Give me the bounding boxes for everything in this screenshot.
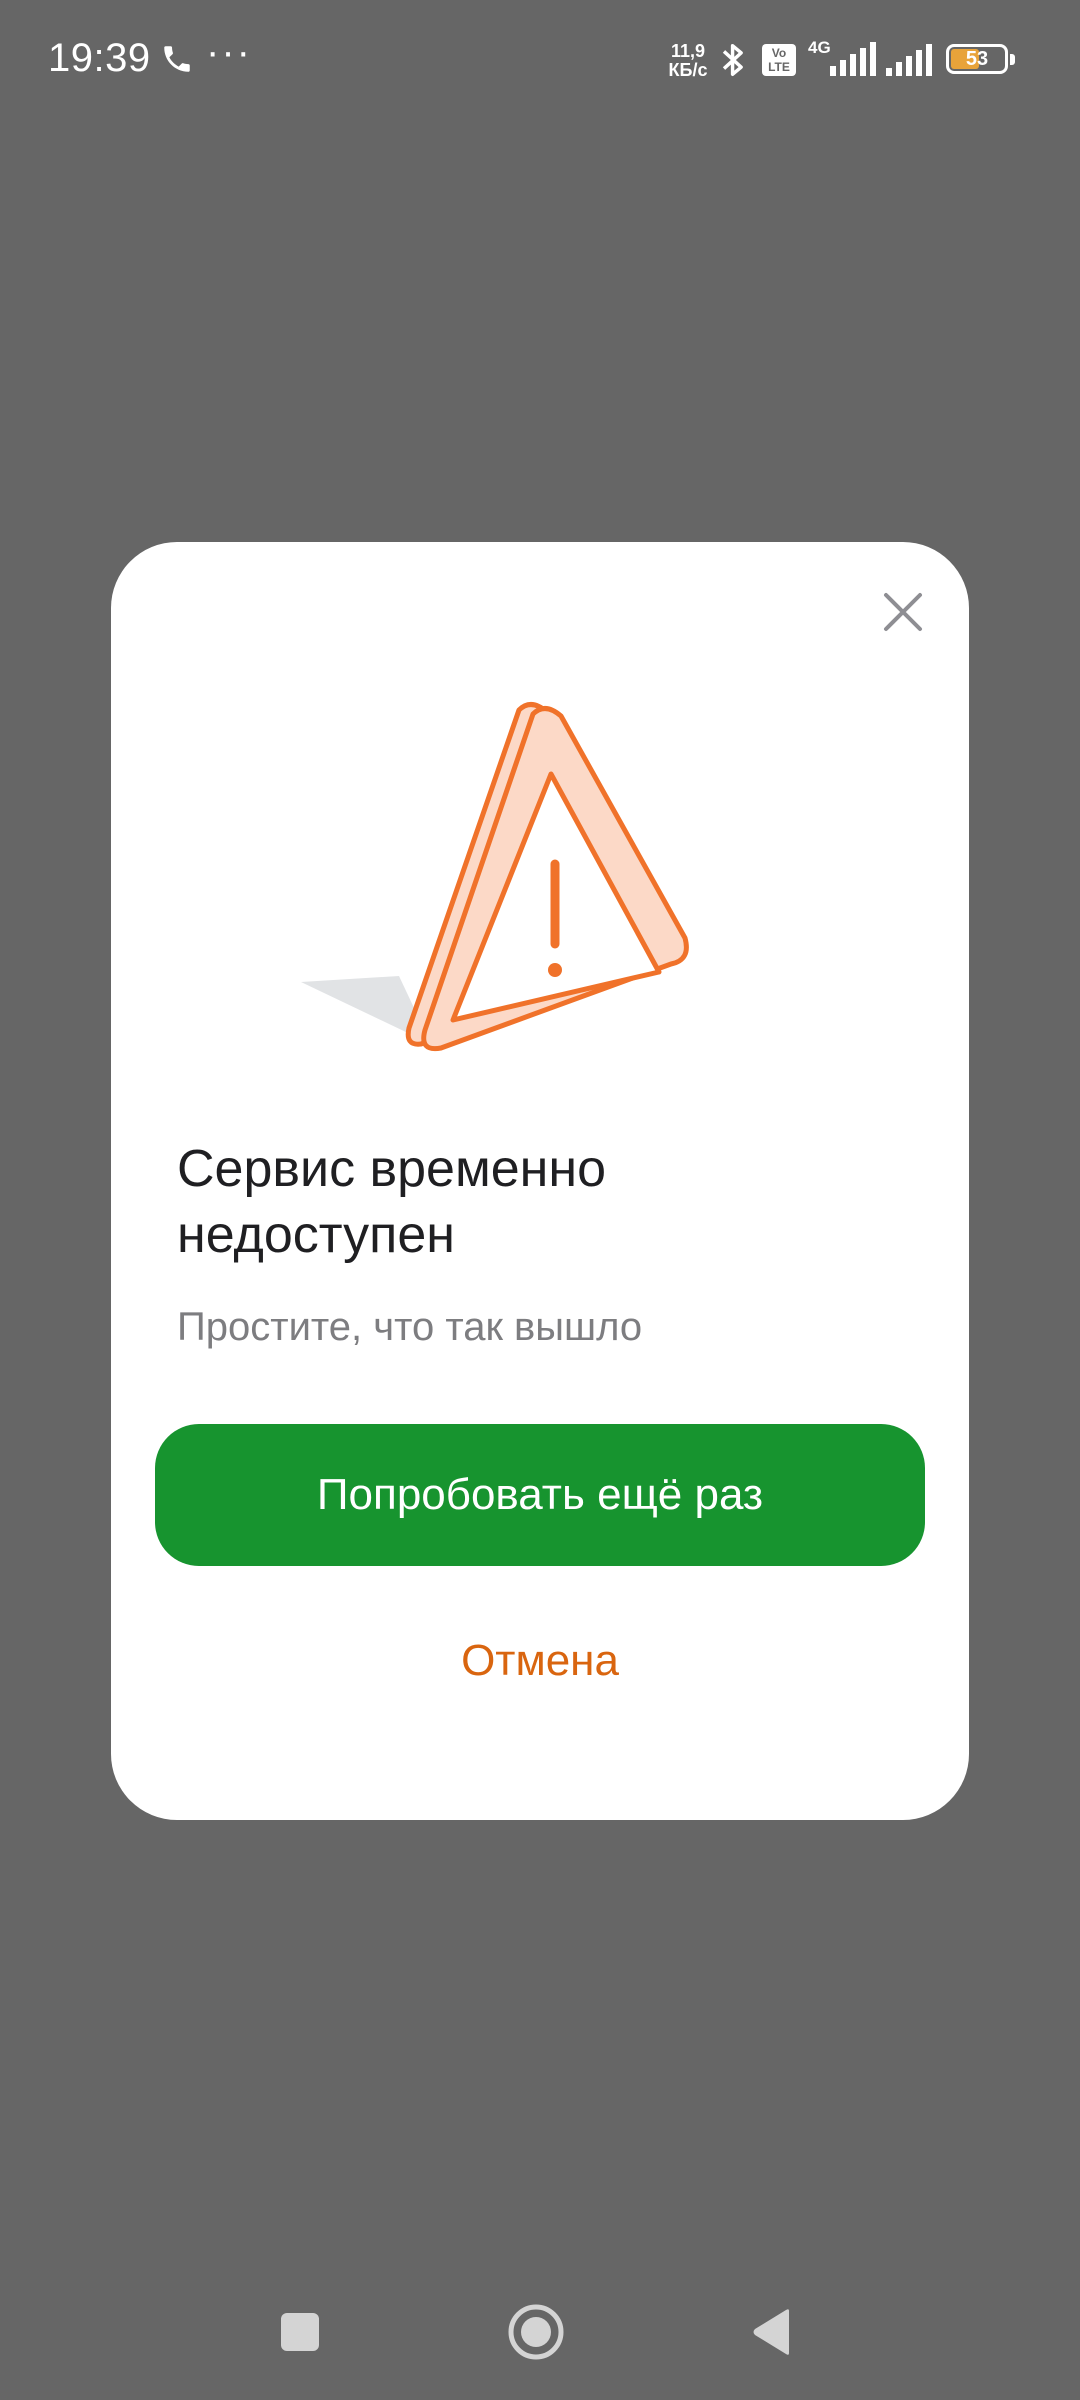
bluetooth-icon bbox=[716, 40, 752, 85]
dialog-title: Сервис временно недоступен bbox=[177, 1140, 606, 1264]
screen: 19:39 ··· 11,9 КБ/с Vo LTE 4G 53 Сервис … bbox=[0, 0, 1080, 2400]
square-icon bbox=[281, 2313, 319, 2351]
triangle-back-icon bbox=[753, 2309, 789, 2355]
network-speed: 11,9 КБ/с bbox=[664, 42, 712, 80]
volte-badge: Vo LTE bbox=[762, 44, 796, 76]
dialog-subtitle: Простите, что так вышло bbox=[177, 1305, 643, 1349]
retry-button[interactable]: Попробовать ещё раз bbox=[155, 1424, 925, 1566]
signal-strength-icon bbox=[826, 42, 876, 81]
home-button[interactable] bbox=[500, 2296, 572, 2368]
navigation-bar bbox=[0, 2260, 1080, 2400]
signal-strength-icon bbox=[882, 42, 932, 81]
warning-triangle-icon bbox=[301, 702, 689, 1052]
speed-unit: КБ/с bbox=[668, 60, 708, 80]
status-bar: 19:39 ··· 11,9 КБ/с Vo LTE 4G 53 bbox=[0, 0, 1080, 120]
status-time: 19:39 bbox=[48, 36, 151, 80]
speed-value: 11,9 bbox=[670, 41, 706, 61]
phone-call-icon bbox=[160, 42, 194, 81]
circle-home-icon bbox=[508, 2304, 564, 2360]
close-icon bbox=[884, 593, 922, 631]
error-dialog: Сервис временно недоступен Простите, что… bbox=[111, 542, 969, 1820]
more-notifications-icon: ··· bbox=[206, 30, 252, 74]
close-button[interactable] bbox=[873, 582, 933, 642]
cancel-button[interactable]: Отмена bbox=[155, 1606, 925, 1716]
battery-nub bbox=[1010, 54, 1015, 65]
recents-button[interactable] bbox=[264, 2296, 336, 2368]
battery-level: 53 bbox=[965, 48, 989, 70]
warning-illustration bbox=[281, 682, 741, 1062]
battery-icon: 53 bbox=[946, 44, 1015, 74]
back-button[interactable] bbox=[736, 2296, 808, 2368]
